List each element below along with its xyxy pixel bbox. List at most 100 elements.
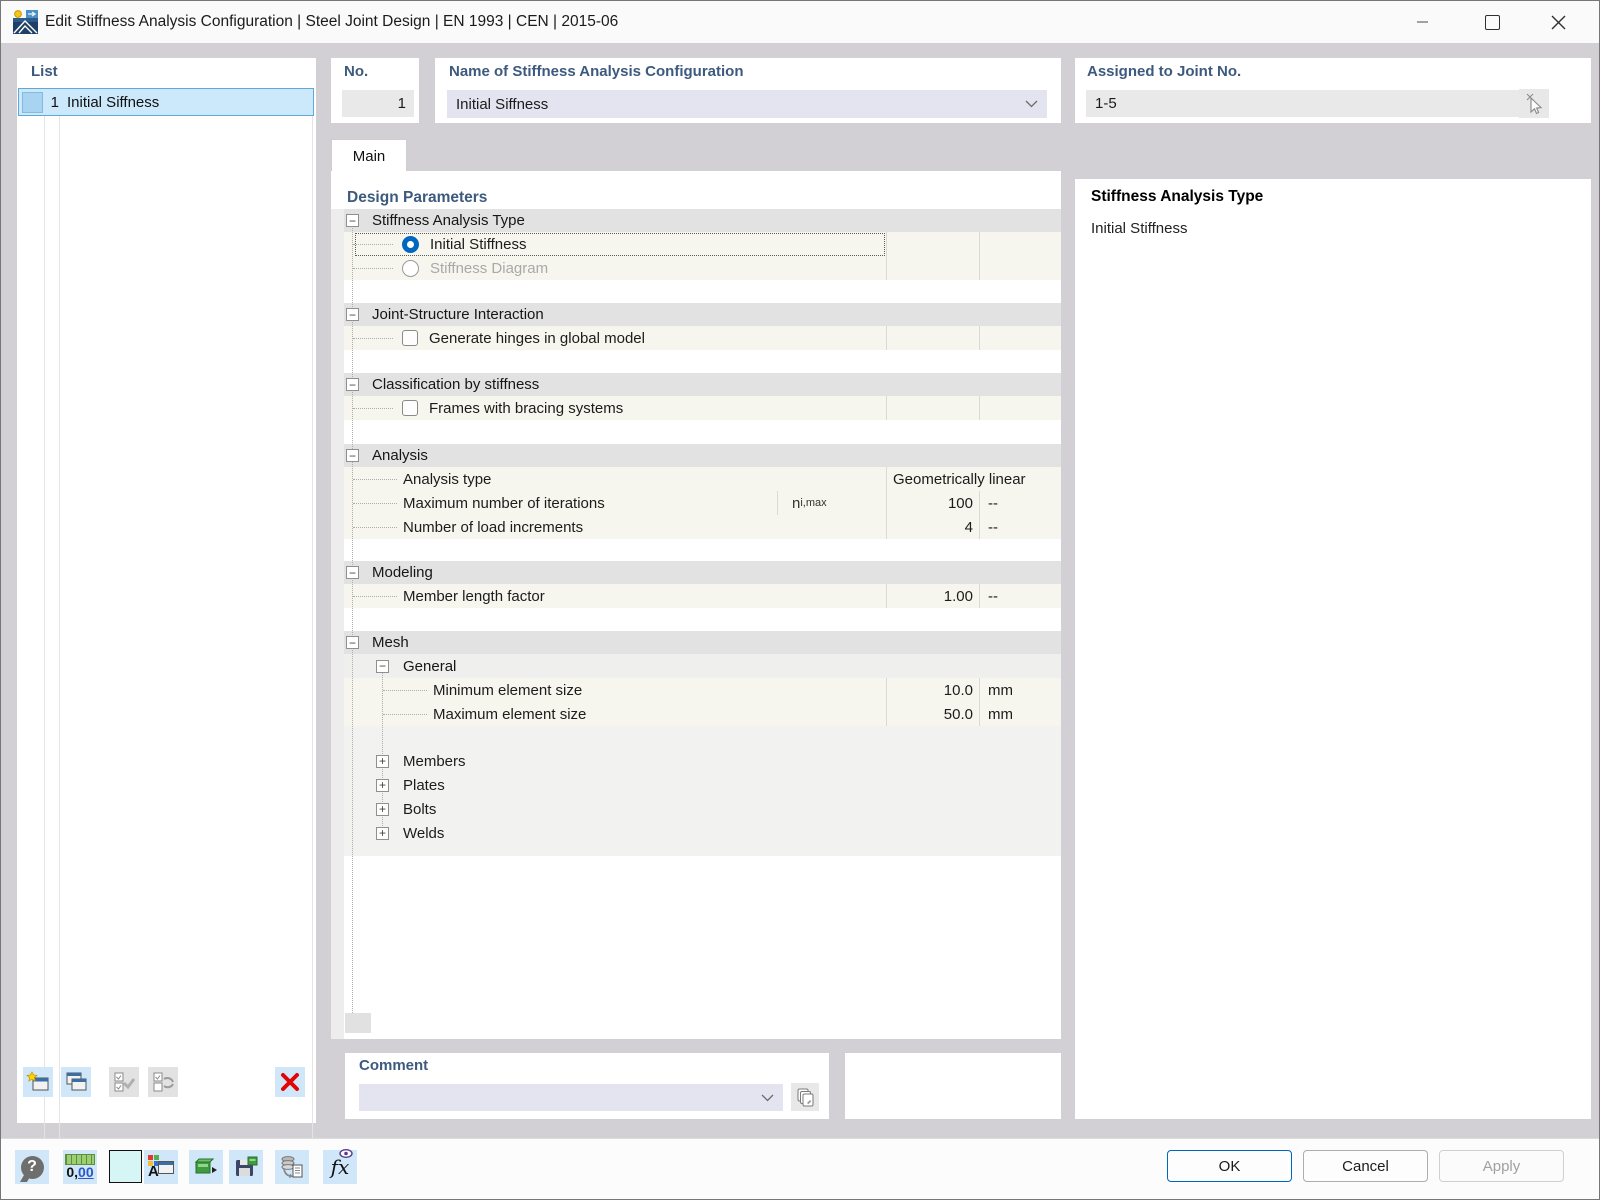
display-properties-icon: A [148,1155,174,1180]
tab-main[interactable]: Main [331,139,407,173]
list-column-line [44,88,45,1143]
tree-stub [353,337,393,339]
expand-box[interactable]: + [376,778,389,792]
display-properties-button[interactable]: A [144,1150,178,1184]
no-panel: No. 1 [331,58,419,123]
maximize-button[interactable] [1469,1,1515,43]
title-bar: Edit Stiffness Analysis Configuration | … [1,1,1599,43]
delete-item-button[interactable] [275,1067,305,1097]
row-mesh-welds[interactable]: + Welds [344,821,1061,845]
row-mesh-bolts[interactable]: + Bolts [344,797,1061,821]
units-settings-button[interactable]: 0,00 [63,1150,97,1184]
param-label: Maximum number of iterations [403,494,605,512]
param-unit: -- [979,491,1061,515]
section-mesh[interactable]: − Mesh [344,631,1061,654]
units-zero: 0, [66,1164,79,1180]
row-mesh-plates[interactable]: + Plates [344,773,1061,797]
comment-dropdown[interactable] [359,1084,783,1111]
close-button[interactable] [1535,1,1581,43]
param-unit: -- [979,584,1061,608]
row-analysis-type[interactable]: Analysis type Geometrically linear [344,467,1061,491]
grid-bottom-cap [345,1013,371,1033]
help-button[interactable]: ? [15,1150,49,1184]
section-interaction[interactable]: − Joint-Structure Interaction [344,303,1061,326]
copy-item-button[interactable] [61,1067,91,1097]
row-initial-stiffness[interactable]: Initial Stiffness [344,232,1061,256]
checkbox-generate-hinges[interactable] [402,330,418,346]
row-load-increments[interactable]: Number of load increments 4 -- [344,515,1061,539]
cancel-button[interactable]: Cancel [1303,1150,1428,1182]
minimize-button[interactable] [1399,1,1445,43]
tree-stub [353,243,393,245]
row-max-element-size[interactable]: Maximum element size 50.0 mm [344,702,1061,726]
param-value[interactable]: Geometrically linear [886,467,1061,491]
save-config-button[interactable] [229,1150,263,1184]
param-value[interactable]: 1.00 [886,584,979,608]
expand-box[interactable]: + [376,802,389,816]
row-min-element-size[interactable]: Minimum element size 10.0 mm [344,678,1061,702]
section-analysis[interactable]: − Analysis [344,444,1061,467]
aux-empty-panel [845,1053,1061,1119]
collapse-box[interactable]: − [346,214,359,227]
collapse-box[interactable]: − [346,566,359,579]
pages-icon [797,1088,814,1107]
minus-glyph: − [348,307,356,322]
expand-box[interactable]: + [376,754,389,768]
database-settings-button[interactable] [275,1150,309,1184]
param-value[interactable]: 10.0 [886,678,979,702]
background-color-swatch[interactable] [109,1150,142,1183]
minus-glyph: − [348,565,356,580]
apply-label: Apply [1482,1157,1521,1175]
param-label: Minimum element size [433,681,583,699]
section-modeling[interactable]: − Modeling [344,561,1061,584]
value-text: 10.0 [943,681,973,699]
param-value[interactable]: 4 [886,515,979,539]
collapse-box[interactable]: − [346,636,359,649]
invert-check-button[interactable] [148,1067,178,1097]
collapse-box[interactable]: − [346,449,359,462]
minus-glyph: − [348,635,356,650]
radio-initial-stiffness[interactable] [402,235,419,253]
row-stiffness-diagram[interactable]: Stiffness Diagram [344,256,1061,280]
formula-button[interactable]: fx [323,1149,357,1184]
collapse-box[interactable]: − [346,378,359,391]
mini-window-titlebar [159,1162,173,1165]
new-item-button[interactable] [23,1067,53,1097]
comment-templates-button[interactable] [791,1083,819,1111]
row-generate-hinges[interactable]: Generate hinges in global model [344,326,1061,350]
collapse-box[interactable]: − [346,308,359,321]
pick-joints-button[interactable] [1519,89,1549,118]
collapse-box[interactable]: − [376,659,389,673]
section-classification[interactable]: − Classification by stiffness [344,373,1061,396]
symbol-base: n [792,494,801,512]
row-mesh-members[interactable]: + Members [344,749,1061,773]
ok-button[interactable]: OK [1167,1150,1292,1182]
radio-stiffness-diagram[interactable] [402,259,419,277]
check-all-icon [114,1072,136,1092]
assigned-field[interactable]: 1-5 [1086,90,1519,117]
row-max-iterations[interactable]: Maximum number of iterations n i,max 100 … [344,491,1061,515]
tree-stub [353,595,397,597]
info-panel: Stiffness Analysis Type Initial Stiffnes… [1075,179,1591,1119]
apply-button[interactable]: Apply [1439,1150,1564,1182]
param-unit: -- [979,515,1061,539]
branch-label: Welds [403,824,445,842]
maximize-icon [1484,14,1500,30]
export-config-button[interactable] [189,1150,223,1184]
no-value: 1 [397,95,406,112]
row-member-length-factor[interactable]: Member length factor 1.00 -- [344,584,1061,608]
name-dropdown[interactable]: Initial Siffness [447,90,1047,118]
param-value[interactable]: 50.0 [886,702,979,726]
param-value[interactable]: 100 [886,491,979,515]
value-text: 1.00 [943,587,973,605]
assigned-value: 1-5 [1095,95,1117,112]
new-window-icon [26,1071,49,1091]
check-all-button[interactable] [109,1067,139,1097]
param-label: Maximum element size [433,705,587,723]
expand-box[interactable]: + [376,826,389,840]
row-frames-bracing[interactable]: Frames with bracing systems [344,396,1061,420]
checkbox-frames-bracing[interactable] [402,400,418,416]
subsection-general[interactable]: − General [344,654,1061,678]
list-item-selected[interactable]: 1 Initial Siffness [18,88,314,116]
section-stiffness-type[interactable]: − Stiffness Analysis Type [344,209,1061,232]
